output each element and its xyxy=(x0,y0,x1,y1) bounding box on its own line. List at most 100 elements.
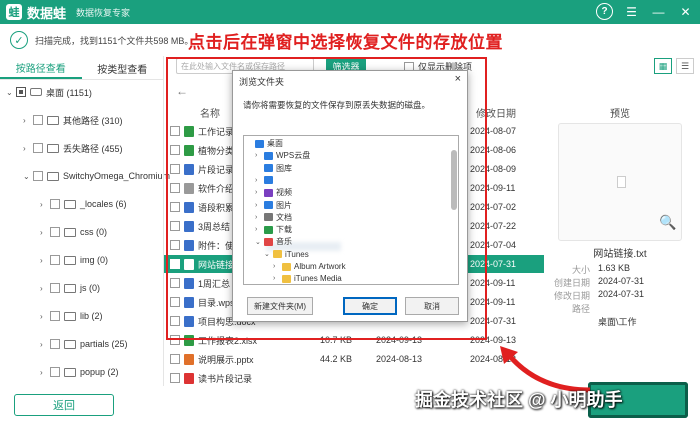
dialog-folder-item[interactable]: › 下载 xyxy=(255,223,292,236)
expand-arrow-icon[interactable]: › xyxy=(255,152,264,159)
chevron-right-icon[interactable]: › xyxy=(40,200,50,209)
new-folder-button[interactable]: 新建文件夹(M) xyxy=(247,297,313,315)
tree-item-label: js (0) xyxy=(80,283,100,293)
tab-by-type[interactable]: 按类型查看 xyxy=(82,58,164,79)
tab-by-path[interactable]: 按路径查看 xyxy=(0,58,82,79)
tree-checkbox[interactable] xyxy=(50,367,60,377)
tree-item[interactable]: › img (0) xyxy=(40,252,108,268)
menu-icon[interactable]: ☰ xyxy=(623,3,640,20)
tree-item-label: 其他路径 (310) xyxy=(63,115,123,126)
meta-key: 修改日期 xyxy=(554,291,591,301)
tree-checkbox[interactable] xyxy=(33,171,43,181)
meta-key: 大小 xyxy=(571,265,590,275)
grid-view-icon[interactable]: ▦ xyxy=(654,58,672,74)
dialog-folder-item[interactable]: 图库 xyxy=(255,162,292,175)
tree-checkbox[interactable] xyxy=(50,339,60,349)
meta-key: 路径 xyxy=(571,304,590,314)
tree-item[interactable]: › partials (25) xyxy=(40,336,128,352)
chevron-down-icon[interactable]: ⌄ xyxy=(23,172,33,181)
dialog-folder-item[interactable]: › 图片 xyxy=(255,199,292,212)
expand-arrow-icon[interactable]: › xyxy=(273,263,282,270)
tree-item[interactable]: › 丢失路径 (455) xyxy=(23,140,123,156)
tree-checkbox[interactable] xyxy=(33,143,43,153)
expand-arrow-icon[interactable]: › xyxy=(273,275,282,282)
expand-arrow-icon[interactable]: › xyxy=(255,202,264,209)
folder-icon xyxy=(64,367,76,377)
dialog-folder-item[interactable]: › 文档 xyxy=(255,211,292,224)
chevron-right-icon[interactable]: › xyxy=(23,144,33,153)
expand-arrow-icon[interactable]: ⌄ xyxy=(264,250,273,258)
tree-item[interactable]: › _locales (6) xyxy=(40,196,127,212)
file-checkbox[interactable] xyxy=(170,354,180,364)
expand-arrow-icon[interactable]: › xyxy=(255,189,264,196)
tree-item[interactable]: › lib (2) xyxy=(40,308,103,324)
dialog-folder-tree[interactable]: 桌面 › WPS云盘 图库 › › 视频 › 图片 › 文档 › 下载 ⌄ 音乐 ⌄ iTunes › Album … xyxy=(243,135,459,285)
folder-icon xyxy=(264,201,273,209)
tree-checkbox[interactable] xyxy=(50,199,60,209)
check-icon: ✓ xyxy=(10,31,28,49)
preview-title: 预览 xyxy=(610,109,630,120)
tree-item[interactable]: ⌄ SwitchyOmega_Chromium xyxy=(23,168,170,184)
dialog-folder-item[interactable]: 桌面 xyxy=(246,137,283,150)
dialog-scrollbar[interactable] xyxy=(451,150,457,210)
folder-icon xyxy=(264,237,273,246)
help-icon[interactable]: ? xyxy=(596,3,613,20)
app-subtitle: 数据恢复专家 xyxy=(76,7,131,18)
tree-item[interactable]: › js (0) xyxy=(40,280,100,296)
list-view-icon[interactable]: ☰ xyxy=(676,58,694,74)
chevron-right-icon[interactable]: › xyxy=(23,116,33,125)
tree-item[interactable]: › popup (2) xyxy=(40,364,119,380)
tree-checkbox[interactable] xyxy=(16,87,26,97)
expand-arrow-icon[interactable]: › xyxy=(255,177,264,184)
expand-arrow-icon[interactable]: › xyxy=(255,226,264,233)
tree-item-label: SwitchyOmega_Chromium xyxy=(63,171,171,181)
dialog-ok-button[interactable]: 确定 xyxy=(343,297,397,315)
dialog-close-icon[interactable]: × xyxy=(455,73,461,85)
dialog-folder-label: 下载 xyxy=(276,225,292,235)
preview-meta-row: 创建日期 2024-07-31 xyxy=(554,276,644,289)
meta-value: 2024-07-31 xyxy=(598,276,645,286)
chevron-right-icon[interactable]: › xyxy=(40,284,50,293)
dialog-folder-label: 音乐 xyxy=(276,237,292,247)
tree-item-label: popup (2) xyxy=(80,367,119,377)
file-row[interactable]: 读书片段记录 xyxy=(164,369,544,387)
chevron-right-icon[interactable]: › xyxy=(40,256,50,265)
dialog-folder-label: 图片 xyxy=(276,200,292,210)
file-checkbox[interactable] xyxy=(170,373,180,383)
dialog-folder-item[interactable]: ⌄ 音乐 xyxy=(255,235,292,248)
dialog-folder-item[interactable]: ⌄ iTunes xyxy=(264,248,309,261)
tree-checkbox[interactable] xyxy=(50,255,60,265)
view-tabs: 按路径查看 按类型查看 xyxy=(0,58,163,80)
drive-icon xyxy=(30,88,42,96)
folder-icon xyxy=(282,274,291,283)
folder-icon xyxy=(64,311,76,321)
browse-folder-dialog: 浏览文件夹 × 请你将需要恢复的文件保存到原丢失数据的磁盘。 桌面 › WPS云盘图… xyxy=(232,70,468,322)
dialog-folder-item[interactable]: › xyxy=(255,174,276,187)
tree-checkbox[interactable] xyxy=(50,311,60,321)
chevron-right-icon[interactable]: › xyxy=(40,340,50,349)
tree-item[interactable]: › 其他路径 (310) xyxy=(23,112,123,128)
tree-item[interactable]: ⌄ 桌面 (1151) xyxy=(6,84,92,100)
dialog-folder-item[interactable]: › WPS云盘 xyxy=(255,149,310,162)
tree-checkbox[interactable] xyxy=(33,115,43,125)
close-icon[interactable]: ✕ xyxy=(677,3,694,20)
expand-arrow-icon[interactable]: › xyxy=(255,214,264,221)
chevron-right-icon[interactable]: › xyxy=(40,228,50,237)
chevron-down-icon[interactable]: ⌄ xyxy=(6,88,16,97)
tree-checkbox[interactable] xyxy=(50,283,60,293)
dialog-cancel-button[interactable]: 取消 xyxy=(405,297,459,315)
back-button[interactable]: 返回 xyxy=(14,394,114,416)
minimize-icon[interactable]: — xyxy=(650,3,667,20)
preview-meta-row: 桌面\工作 xyxy=(554,315,637,328)
scan-result-text: 扫描完成，找到1151个文件共598 MB。 xyxy=(35,35,194,46)
dialog-folder-item[interactable]: › Album Artwork xyxy=(273,260,346,273)
chevron-right-icon[interactable]: › xyxy=(40,312,50,321)
chevron-right-icon[interactable]: › xyxy=(40,368,50,377)
zoom-icon[interactable]: 🔍 xyxy=(659,214,676,231)
tree-item[interactable]: › css (0) xyxy=(40,224,107,240)
dialog-folder-item[interactable]: › 视频 xyxy=(255,186,292,199)
file-row[interactable]: 说明展示.pptx 44.2 KB 2024-08-13 2024-08-13 xyxy=(164,350,544,368)
expand-arrow-icon[interactable]: ⌄ xyxy=(255,238,264,246)
tree-checkbox[interactable] xyxy=(50,227,60,237)
dialog-folder-item[interactable]: › iTunes Media xyxy=(273,272,342,284)
